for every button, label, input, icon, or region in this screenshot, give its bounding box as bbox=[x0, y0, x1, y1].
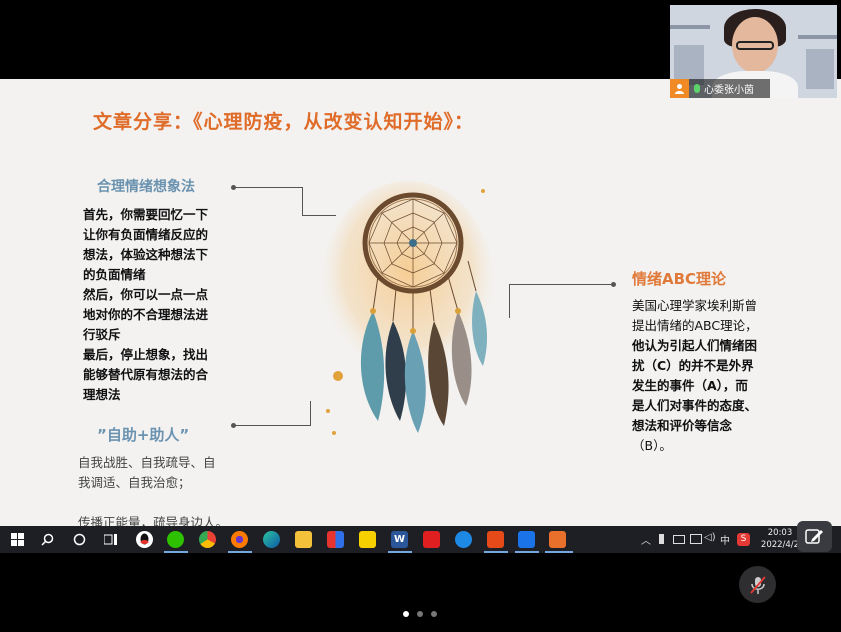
word-icon[interactable]: W bbox=[391, 531, 408, 548]
system-clock[interactable]: 20:03 2022/4/2 bbox=[758, 527, 802, 551]
right-heading: 情绪ABC理论 bbox=[632, 270, 727, 288]
battery-icon[interactable] bbox=[673, 535, 685, 544]
edge-icon[interactable] bbox=[263, 531, 280, 548]
annotate-button[interactable] bbox=[797, 521, 832, 552]
body-line: 行驳斥 bbox=[83, 327, 121, 342]
dreamcatcher-illustration bbox=[323, 181, 493, 435]
help-body: 自我战胜、自我疏导、自 我调适、自我治愈； 传播正能量，疏导身边人。 bbox=[78, 453, 248, 526]
right-body: 美国心理学家埃利斯曾 提出情绪的ABC理论， 他认为引起人们情绪困 扰（C）的并… bbox=[632, 296, 802, 456]
body-line: 能够替代原有想法的合 bbox=[83, 367, 209, 382]
body-line: 发生的事件（A），而 bbox=[632, 378, 748, 393]
sogou-ime-icon[interactable]: S bbox=[737, 533, 750, 546]
body-line: 他认为引起人们情绪困 bbox=[632, 338, 758, 353]
pen-icon bbox=[805, 529, 823, 544]
participant-namebar: 心委张小茵 bbox=[670, 79, 770, 98]
sticky-notes-icon[interactable] bbox=[359, 531, 376, 548]
left-body: 首先，你需要回忆一下 让你有负面情绪反应的 想法，体验这种想法下 的负面情绪 然… bbox=[83, 205, 243, 405]
windows-start-icon[interactable] bbox=[9, 531, 26, 548]
meeting-icon[interactable] bbox=[518, 531, 535, 548]
connector-line bbox=[234, 187, 303, 188]
background-shelf bbox=[670, 25, 710, 29]
file-explorer-icon[interactable] bbox=[295, 531, 312, 548]
active-indicator bbox=[545, 551, 573, 553]
connector-line bbox=[234, 425, 311, 426]
microphone-icon bbox=[694, 84, 700, 93]
body-line: 理想法 bbox=[83, 387, 121, 402]
chrome-icon[interactable] bbox=[199, 531, 216, 548]
connector-line bbox=[310, 401, 311, 426]
body-line: 是人们对事件的态度、 bbox=[632, 398, 758, 413]
connector-line bbox=[509, 284, 510, 318]
body-line: 扰（C）的并不是外界 bbox=[632, 358, 754, 373]
background-cabinet bbox=[806, 49, 834, 89]
left-heading: 合理情绪想象法 bbox=[97, 179, 195, 195]
active-indicator bbox=[228, 551, 252, 553]
microphone-muted-icon bbox=[750, 576, 766, 594]
body-line: 美国心理学家埃利斯曾 bbox=[632, 298, 758, 313]
video-player-icon[interactable] bbox=[549, 531, 566, 548]
firefox-icon[interactable] bbox=[231, 531, 248, 548]
page-indicator-dot[interactable] bbox=[431, 611, 437, 617]
body-line: 提出情绪的ABC理论， bbox=[632, 318, 758, 333]
clock-time: 20:03 bbox=[767, 528, 793, 538]
task-view-icon[interactable] bbox=[102, 531, 119, 548]
body-line: 地对你的不合理想法进 bbox=[83, 307, 209, 322]
body-line: 最后，停止想象，找出 bbox=[83, 347, 209, 362]
person-icon bbox=[670, 79, 689, 98]
active-indicator bbox=[484, 551, 508, 553]
app-icon[interactable] bbox=[487, 531, 504, 548]
help-line: 我调适、自我治愈； bbox=[78, 475, 191, 490]
help-line bbox=[78, 493, 248, 513]
mute-microphone-button[interactable] bbox=[739, 566, 776, 603]
cortana-icon[interactable] bbox=[71, 531, 88, 548]
ime-indicator[interactable]: 中 bbox=[720, 532, 730, 547]
body-line: 首先，你需要回忆一下 bbox=[83, 207, 209, 222]
slide-title: 文章分享：《心理防疫，从改变认知开始》： bbox=[93, 111, 475, 133]
browser-icon[interactable] bbox=[455, 531, 472, 548]
active-indicator bbox=[388, 551, 412, 553]
taskbar: W ︿ ◁) 中 S 20:03 2022/4/2 bbox=[0, 526, 841, 553]
network-icon[interactable] bbox=[690, 534, 702, 544]
active-indicator bbox=[164, 551, 188, 553]
slide: 文章分享：《心理防疫，从改变认知开始》： 合理情绪想象法 首先，你需要回忆一下 … bbox=[0, 79, 841, 526]
body-line: 的负面情绪 bbox=[83, 267, 146, 282]
participant-glasses bbox=[736, 41, 774, 50]
background-shelf bbox=[798, 35, 837, 39]
help-heading: ”自助+助人” bbox=[97, 426, 190, 444]
body-line: 然后，你可以一点一点 bbox=[83, 287, 209, 302]
body-line: 想法，体验这种想法下 bbox=[83, 247, 209, 262]
word-icon-label: W bbox=[393, 534, 406, 545]
active-indicator bbox=[515, 551, 539, 553]
app-icon[interactable] bbox=[327, 531, 344, 548]
participant-video-tile[interactable]: 心委张小茵 bbox=[670, 5, 837, 98]
baidu-icon[interactable] bbox=[423, 531, 440, 548]
chevron-up-icon[interactable]: ︿ bbox=[641, 532, 651, 547]
body-line: 想法和评价等信念 bbox=[632, 418, 733, 433]
page-indicator-dot-active[interactable] bbox=[403, 611, 409, 617]
clock-date: 2022/4/2 bbox=[760, 540, 800, 550]
connector-line bbox=[509, 284, 613, 285]
search-icon[interactable] bbox=[39, 531, 56, 548]
usb-icon[interactable] bbox=[659, 534, 664, 544]
wechat-icon[interactable] bbox=[167, 531, 184, 548]
body-line: 让你有负面情绪反应的 bbox=[83, 227, 209, 242]
volume-icon[interactable]: ◁) bbox=[704, 532, 716, 543]
help-line: 传播正能量，疏导身边人。 bbox=[78, 515, 229, 526]
qq-icon[interactable] bbox=[136, 531, 153, 548]
body-line: （B）。 bbox=[632, 438, 672, 453]
participant-name: 心委张小茵 bbox=[704, 85, 754, 96]
connector-line bbox=[302, 187, 303, 215]
page-indicator-dot[interactable] bbox=[417, 611, 423, 617]
help-line: 自我战胜、自我疏导、自 bbox=[78, 455, 216, 470]
